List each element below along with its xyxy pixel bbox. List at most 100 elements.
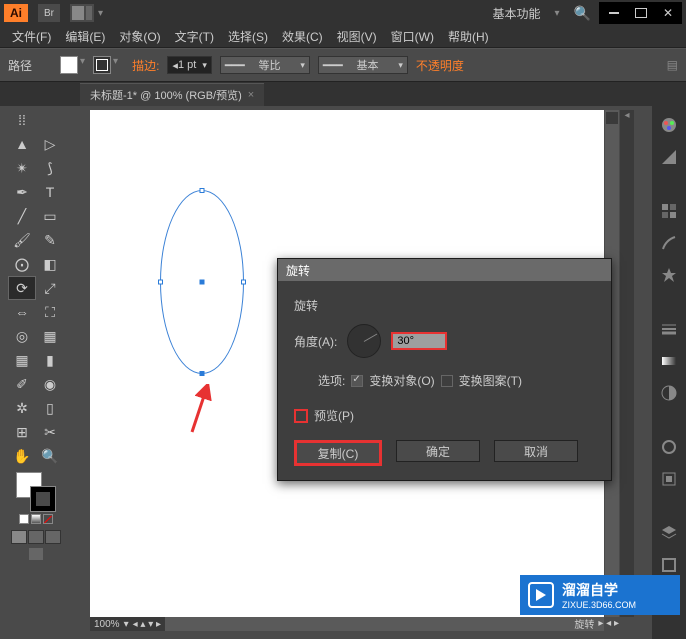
close-button[interactable] bbox=[655, 3, 681, 23]
blob-brush-tool[interactable]: ⨀ bbox=[8, 252, 36, 276]
menu-view[interactable]: 视图(V) bbox=[331, 26, 383, 47]
menu-edit[interactable]: 编辑(E) bbox=[59, 26, 111, 47]
zoom-value[interactable]: 100% bbox=[94, 619, 120, 630]
ellipse-shape[interactable] bbox=[160, 190, 244, 374]
fill-stroke-indicator[interactable] bbox=[16, 472, 56, 512]
direct-selection-tool[interactable]: ▷ bbox=[36, 132, 64, 156]
screen-mode[interactable] bbox=[29, 548, 43, 560]
artboard-tool[interactable]: ⊞ bbox=[8, 420, 36, 444]
menu-type[interactable]: 文字(T) bbox=[169, 26, 220, 47]
workspace-switcher[interactable]: 基本功能 bbox=[487, 4, 547, 23]
eraser-tool[interactable]: ◧ bbox=[36, 252, 64, 276]
width-tool[interactable]: ⇔ bbox=[8, 300, 36, 324]
scroll-thumb[interactable] bbox=[606, 112, 618, 124]
angle-wheel[interactable] bbox=[347, 324, 381, 358]
menu-select[interactable]: 选择(S) bbox=[222, 26, 274, 47]
none-mode[interactable] bbox=[43, 514, 53, 524]
chevron-down-icon[interactable]: ▾ bbox=[113, 56, 118, 74]
lasso-tool[interactable]: ⟆ bbox=[36, 156, 64, 180]
search-icon[interactable]: 🔍 bbox=[574, 5, 591, 22]
draw-behind[interactable] bbox=[28, 530, 44, 544]
toolbox-grip[interactable]: ⁞⁞ bbox=[8, 108, 36, 132]
appearance-icon[interactable] bbox=[658, 436, 680, 458]
blend-tool[interactable]: ◉ bbox=[36, 372, 64, 396]
shape-builder-tool[interactable]: ◎ bbox=[8, 324, 36, 348]
free-transform-tool[interactable]: ⛶ bbox=[36, 300, 64, 324]
eyedropper-tool[interactable]: ✐ bbox=[8, 372, 36, 396]
close-icon[interactable]: × bbox=[248, 89, 254, 101]
anchor-top[interactable] bbox=[200, 188, 205, 193]
rectangle-tool[interactable]: ▭ bbox=[36, 204, 64, 228]
swatches-icon[interactable] bbox=[658, 200, 680, 222]
magic-wand-tool[interactable]: ✴ bbox=[8, 156, 36, 180]
stroke-weight-input[interactable]: ◂1 pt▾ bbox=[167, 56, 211, 74]
stroke-panel-icon[interactable] bbox=[658, 318, 680, 340]
cancel-button[interactable]: 取消 bbox=[494, 440, 578, 462]
ok-button[interactable]: 确定 bbox=[396, 440, 480, 462]
transparency-icon[interactable] bbox=[658, 382, 680, 404]
menu-object[interactable]: 对象(O) bbox=[113, 26, 166, 47]
stroke-label[interactable]: 描边: bbox=[132, 57, 159, 74]
transform-patterns-checkbox[interactable] bbox=[441, 375, 453, 387]
anchor-bottom[interactable] bbox=[200, 371, 205, 376]
chevron-down-icon[interactable]: ▾ bbox=[80, 56, 85, 74]
panel-menu-icon[interactable]: ▤ bbox=[667, 58, 678, 72]
menu-file[interactable]: 文件(F) bbox=[6, 26, 57, 47]
gradient-mode[interactable] bbox=[31, 514, 41, 524]
color-panel-icon[interactable] bbox=[658, 114, 680, 136]
pen-tool[interactable]: ✒ bbox=[8, 180, 36, 204]
stroke-swatch[interactable] bbox=[93, 56, 111, 74]
angle-input[interactable]: 30° bbox=[391, 332, 447, 350]
fill-swatch[interactable] bbox=[60, 56, 78, 74]
brush-dropdown[interactable]: ━━━基本▾ bbox=[318, 56, 408, 74]
type-tool[interactable]: T bbox=[36, 180, 64, 204]
anchor-right[interactable] bbox=[241, 280, 246, 285]
mesh-tool[interactable]: ▦ bbox=[8, 348, 36, 372]
symbols-icon[interactable] bbox=[658, 264, 680, 286]
menu-effect[interactable]: 效果(C) bbox=[276, 26, 329, 47]
draw-inside[interactable] bbox=[45, 530, 61, 544]
perspective-tool[interactable]: ▦ bbox=[36, 324, 64, 348]
gradient-tool[interactable]: ▮ bbox=[36, 348, 64, 372]
gradient-panel-icon[interactable] bbox=[658, 350, 680, 372]
copy-button[interactable]: 复制(C) bbox=[294, 440, 382, 466]
pencil-tool[interactable]: ✎ bbox=[36, 228, 64, 252]
graphic-styles-icon[interactable] bbox=[658, 468, 680, 490]
horizontal-scrollbar[interactable] bbox=[90, 617, 604, 631]
arrange-documents-icon[interactable] bbox=[70, 4, 94, 22]
chevron-down-icon[interactable]: ▾ bbox=[555, 8, 560, 19]
chevron-down-icon[interactable]: ▾ bbox=[98, 8, 103, 19]
symbol-sprayer-tool[interactable]: ✲ bbox=[8, 396, 36, 420]
width-profile-dropdown[interactable]: ━━━等比▾ bbox=[220, 56, 310, 74]
line-tool[interactable]: ╱ bbox=[8, 204, 36, 228]
preview-checkbox[interactable] bbox=[294, 409, 308, 423]
stroke-box[interactable] bbox=[30, 486, 56, 512]
panel-collapse-strip[interactable]: ◂ bbox=[620, 110, 634, 617]
maximize-button[interactable] bbox=[628, 3, 654, 23]
color-guide-icon[interactable] bbox=[658, 146, 680, 168]
layers-icon[interactable] bbox=[658, 522, 680, 544]
menu-help[interactable]: 帮助(H) bbox=[442, 26, 495, 47]
expand-icon[interactable]: ◂ bbox=[620, 110, 634, 126]
color-mode[interactable] bbox=[19, 514, 29, 524]
rotate-tool[interactable]: ⟳ bbox=[8, 276, 36, 300]
anchor-left[interactable] bbox=[158, 280, 163, 285]
transform-objects-checkbox[interactable] bbox=[351, 375, 363, 387]
bridge-icon[interactable]: Br bbox=[38, 4, 60, 22]
column-graph-tool[interactable]: ▯ bbox=[36, 396, 64, 420]
hand-tool[interactable]: ✋ bbox=[8, 444, 36, 468]
scale-tool[interactable]: ⤢ bbox=[36, 276, 64, 300]
draw-normal[interactable] bbox=[11, 530, 27, 544]
minimize-button[interactable] bbox=[601, 3, 627, 23]
document-tab[interactable]: 未标题-1* @ 100% (RGB/预览) × bbox=[80, 83, 264, 106]
menu-window[interactable]: 窗口(W) bbox=[385, 26, 440, 47]
paintbrush-tool[interactable]: 🖌 bbox=[8, 228, 36, 252]
zoom-tool[interactable]: 🔍 bbox=[36, 444, 64, 468]
slice-tool[interactable]: ✂ bbox=[36, 420, 64, 444]
center-point[interactable] bbox=[200, 280, 205, 285]
brushes-icon[interactable] bbox=[658, 232, 680, 254]
opacity-label[interactable]: 不透明度 bbox=[416, 57, 464, 74]
artboards-icon[interactable] bbox=[658, 554, 680, 576]
dialog-title-bar[interactable]: 旋转 bbox=[278, 259, 611, 281]
selection-tool[interactable]: ▲ bbox=[8, 132, 36, 156]
